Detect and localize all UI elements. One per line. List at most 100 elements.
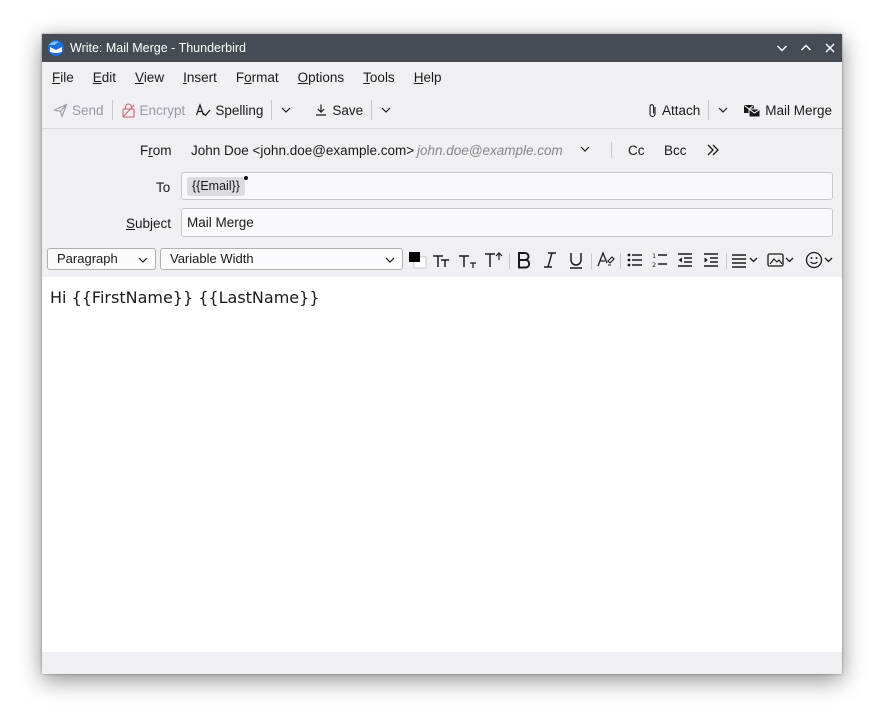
menu-tools[interactable]: Tools [353,70,404,85]
menu-options-post: ptions [308,69,345,85]
remove-formatting-icon [597,251,615,267]
font-family-select[interactable]: Variable Width [160,248,403,270]
thunderbird-logo-icon [48,40,64,56]
minimize-icon [777,45,787,52]
recipient-pill-marker [244,176,248,180]
chevron-down-icon [138,257,148,263]
smaller-text-button[interactable] [431,250,453,270]
menu-options[interactable]: Options [288,70,354,85]
save-button[interactable]: Save [309,97,368,123]
menu-format-pre: F [235,69,245,85]
spelling-button[interactable]: Spelling [190,97,268,123]
menu-edit-key: E [92,69,102,85]
from-label-post: om [152,143,172,158]
close-icon [825,43,835,53]
save-dropdown-button[interactable] [375,97,401,123]
more-fields-icon[interactable] [705,142,721,158]
subject-field[interactable]: Mail Merge [181,208,833,237]
subject-label: Subject [126,216,171,231]
subscript-button[interactable] [457,250,479,270]
remove-formatting-button[interactable] [595,250,617,270]
align-icon [732,254,758,268]
format-toolbar: Paragraph Variable Width 1 2 [42,245,842,278]
menu-format-key: o [244,69,252,85]
smaller-text-icon [433,255,449,267]
encrypt-icon [121,103,135,118]
menu-bar: File Edit View Insert Format Options Too… [42,62,842,92]
alignment-button[interactable] [730,250,762,270]
menu-format-post: rmat [251,69,279,85]
bold-icon [518,252,531,269]
to-recipients-field[interactable]: {{Email}} [181,172,833,200]
menu-file[interactable]: File [42,70,83,85]
chevron-down-icon [385,257,395,263]
menu-format[interactable]: Format [226,70,288,85]
window-title: Write: Mail Merge - Thunderbird [70,41,246,55]
minimize-button[interactable] [770,34,794,62]
emoji-button[interactable] [804,250,836,270]
chevron-down-icon[interactable] [579,143,591,155]
insert-image-button[interactable] [766,250,798,270]
attach-dropdown-button[interactable] [712,97,738,123]
recipient-pill[interactable]: {{Email}} [187,177,245,196]
send-button[interactable]: Send [48,97,109,123]
svg-text:1: 1 [652,252,656,260]
chevron-down-icon [381,107,391,113]
spelling-dropdown-button[interactable] [275,97,301,123]
maximize-button[interactable] [794,34,818,62]
title-bar: Write: Mail Merge - Thunderbird [42,34,842,62]
italic-button[interactable] [539,250,561,270]
format-separator [620,253,621,269]
bulleted-list-icon [627,253,642,267]
from-address-placeholder[interactable]: john.doe@example.com [417,143,563,158]
font-family-value: Variable Width [170,251,254,266]
mail-merge-button[interactable]: Mail Merge [738,97,842,123]
indent-button[interactable] [700,250,722,270]
toolbar-separator [111,100,113,120]
maximize-icon [801,44,811,51]
menu-tools-post: ools [369,69,395,85]
outdent-icon [678,253,692,267]
numbered-list-icon: 12 [652,252,667,269]
menu-view-key: V [135,69,144,85]
menu-file-post: ile [60,69,74,85]
underline-button[interactable] [565,250,587,270]
menu-view[interactable]: View [125,70,173,85]
menu-help[interactable]: Help [404,70,451,85]
bcc-button[interactable]: Bcc [664,143,687,158]
from-identity-select[interactable]: John Doe <john.doe@example.com> [191,143,414,158]
menu-view-post: iew [143,69,165,85]
menu-insert-post: nsert [186,69,217,85]
paperclip-icon [649,103,656,117]
menu-options-key: O [297,69,309,85]
text-color-icon [409,252,427,269]
indent-icon [704,253,718,267]
superscript-button[interactable] [483,250,505,270]
status-bar [42,652,842,674]
subscript-icon [459,255,476,268]
message-body-text[interactable]: Hi {{FirstName}} {{LastName}} [50,288,320,307]
encrypt-button[interactable]: Encrypt [116,97,191,123]
close-button[interactable] [818,34,842,62]
attach-button[interactable]: Attach [643,97,705,123]
send-label: Send [72,102,104,118]
chevron-down-icon [281,107,291,113]
menu-help-post: elp [423,69,442,85]
bulleted-list-button[interactable] [624,250,646,270]
paragraph-format-select[interactable]: Paragraph [47,248,156,270]
attach-label: Attach [661,102,701,118]
cc-button[interactable]: Cc [628,143,645,158]
menu-edit[interactable]: Edit [83,70,125,85]
message-body-editor[interactable]: Hi {{FirstName}} {{LastName}} [42,277,842,652]
spelling-icon [196,102,211,116]
toolbar-separator [371,100,373,120]
numbered-list-button[interactable]: 12 [649,250,671,270]
bold-button[interactable] [513,250,535,270]
subject-label-post: ubject [135,216,172,231]
menu-tools-key: T [363,69,370,85]
format-separator [726,253,727,269]
send-icon [53,102,68,118]
menu-insert[interactable]: Insert [173,70,226,85]
outdent-button[interactable] [674,250,696,270]
text-color-button[interactable] [407,250,429,270]
